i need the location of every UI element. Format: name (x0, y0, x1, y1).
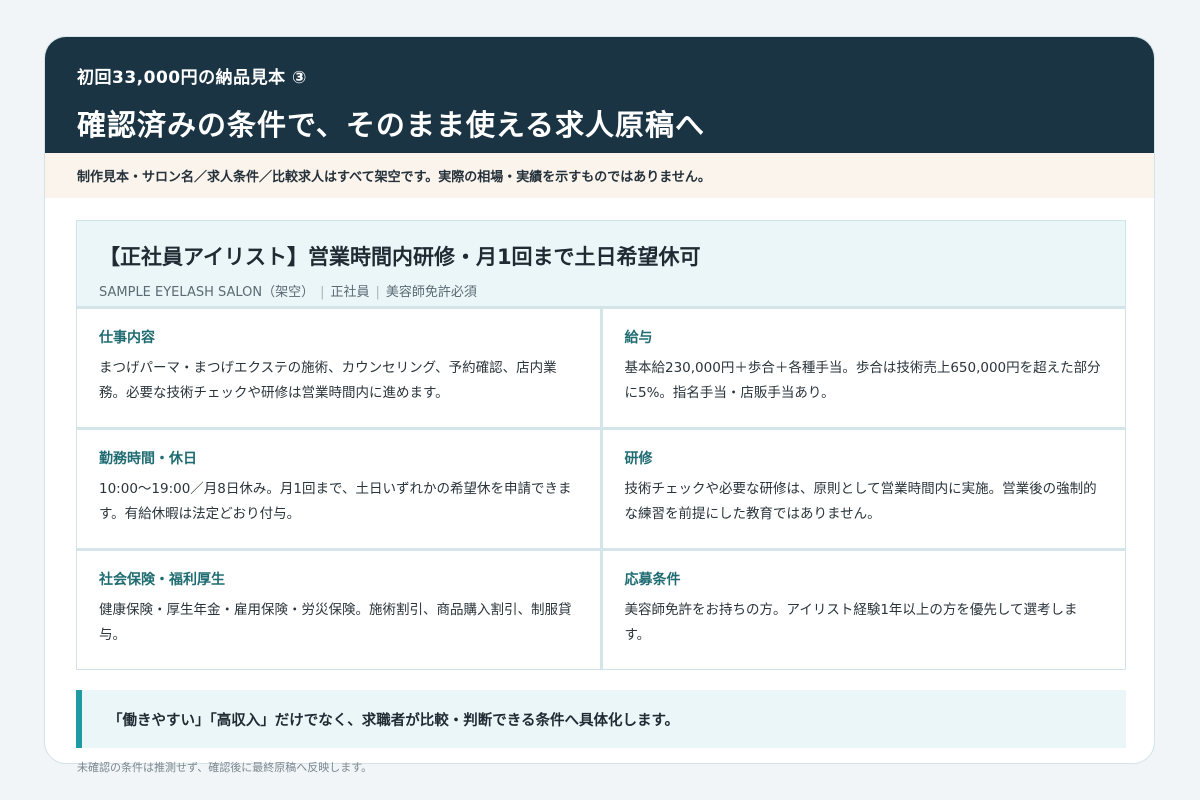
job-meta: SAMPLE EYELASH SALON（架空） | 正社員 | 美容師免許必須 (99, 281, 1103, 300)
section-title: 給与 (624, 330, 653, 346)
section-body: 技術チェックや必要な研修は、原則として営業時間内に実施。営業後の強制的な練習を前… (624, 481, 1097, 522)
section-training: 研修 技術チェックや必要な研修は、原則として営業時間内に実施。営業後の強制的な練… (602, 430, 1125, 548)
section-body: 美容師免許をお持ちの方。アイリスト経験1年以上の方を優先して選考します。 (624, 602, 1078, 643)
meta-divider: | (320, 285, 325, 300)
section-hours-holidays: 勤務時間・休日 10:00〜19:00／月8日休み。月1回まで、土日いずれかの希… (77, 430, 600, 548)
page-title: 確認済みの条件で、そのまま使える求人原稿へ (77, 108, 705, 142)
license-requirement: 美容師免許必須 (385, 285, 477, 300)
employment-type: 正社員 (330, 285, 370, 300)
conditions-grid: 仕事内容 まつげパーマ・まつげエクステの施術、カウンセリング、予約確認、店内業務… (77, 306, 1125, 669)
salon-name: SAMPLE EYELASH SALON（架空） (99, 285, 315, 300)
section-body: 10:00〜19:00／月8日休み。月1回まで、土日いずれかの希望休を申請できま… (99, 481, 572, 522)
job-title: 【正社員アイリスト】営業時間内研修・月1回まで土日希望休可 (99, 245, 701, 269)
section-title: 社会保険・福利厚生 (99, 572, 225, 588)
summary-callout: 「働きやすい」「高収入」だけでなく、求職者が比較・判断できる条件へ具体化します。 (76, 690, 1126, 748)
section-job-description: 仕事内容 まつげパーマ・まつげエクステの施術、カウンセリング、予約確認、店内業務… (77, 309, 600, 427)
eyebrow-label: 初回33,000円の納品見本 ③ (77, 68, 307, 88)
footnote: 未確認の条件は推測せず、確認後に最終原稿へ反映します。 (77, 761, 373, 774)
section-benefits: 社会保険・福利厚生 健康保険・厚生年金・雇用保険・労災保険。施術割引、商品購入割… (77, 551, 600, 669)
hero-header: 初回33,000円の納品見本 ③ 確認済みの条件で、そのまま使える求人原稿へ (45, 37, 1154, 153)
job-header: 【正社員アイリスト】営業時間内研修・月1回まで土日希望休可 SAMPLE EYE… (77, 221, 1125, 306)
section-title: 応募条件 (624, 572, 681, 588)
section-requirements: 応募条件 美容師免許をお持ちの方。アイリスト経験1年以上の方を優先して選考します… (602, 551, 1125, 669)
job-posting: 【正社員アイリスト】営業時間内研修・月1回まで土日希望休可 SAMPLE EYE… (76, 220, 1126, 670)
disclaimer-banner: 制作見本・サロン名／求人条件／比較求人はすべて架空です。実際の相場・実績を示すも… (45, 153, 1154, 198)
section-title: 勤務時間・休日 (99, 451, 197, 467)
meta-divider: | (375, 285, 380, 300)
section-body: 健康保険・厚生年金・雇用保険・労災保険。施術割引、商品購入割引、制服貸与。 (99, 602, 572, 643)
section-body: まつげパーマ・まつげエクステの施術、カウンセリング、予約確認、店内業務。必要な技… (99, 360, 557, 401)
sample-card: 初回33,000円の納品見本 ③ 確認済みの条件で、そのまま使える求人原稿へ 制… (44, 36, 1155, 764)
section-title: 仕事内容 (99, 330, 155, 346)
section-body: 基本給230,000円＋歩合＋各種手当。歩合は技術売上650,000円を超えた部… (624, 360, 1101, 401)
section-salary: 給与 基本給230,000円＋歩合＋各種手当。歩合は技術売上650,000円を超… (602, 309, 1125, 427)
section-title: 研修 (624, 451, 653, 467)
